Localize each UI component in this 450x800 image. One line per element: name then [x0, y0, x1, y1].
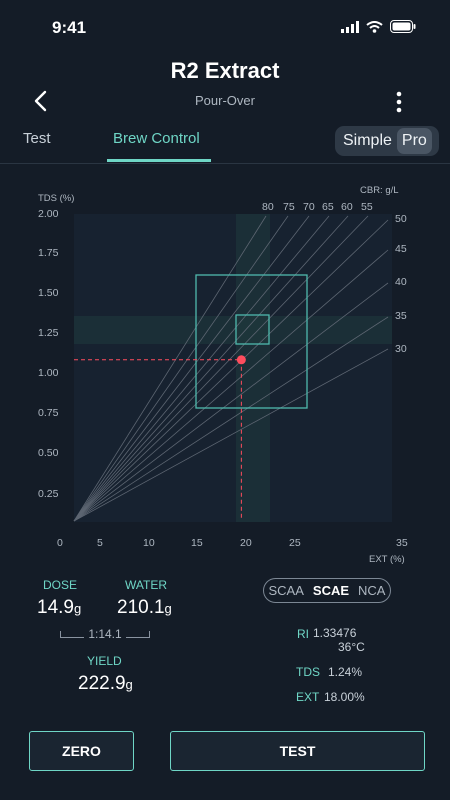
- ext-value: 18.00%: [324, 690, 365, 704]
- back-button[interactable]: [30, 88, 52, 114]
- tds-label: TDS: [296, 665, 320, 679]
- brew-ratio: 1:14.1: [60, 627, 150, 641]
- water-unit: g: [164, 601, 172, 616]
- measurement-point: [236, 355, 246, 365]
- tds-band: [74, 316, 392, 344]
- y-tick-label: 0.50: [38, 447, 59, 459]
- x-tick-label: 15: [191, 537, 203, 549]
- x-tick-label: 35: [396, 537, 408, 549]
- battery-icon: [390, 20, 416, 33]
- dose-label: DOSE: [43, 578, 78, 592]
- brew-control-chart[interactable]: TDS (%) 2.00 1.75 1.50 1.25 1.00 0.75 0.50 0.25 0…: [0, 180, 450, 570]
- cbr-top-label: 55: [361, 201, 373, 213]
- page-title: R2 Extract: [170, 58, 280, 83]
- yield-unit: g: [125, 677, 133, 692]
- mode-option-pro[interactable]: Pro: [396, 128, 432, 154]
- x-tick-label: 0: [57, 537, 63, 549]
- y-tick-label: 1.75: [38, 247, 59, 259]
- active-tab-indicator: [107, 159, 211, 162]
- more-vertical-icon: [396, 91, 402, 113]
- x-tick-label: 5: [97, 537, 103, 549]
- tab-test[interactable]: Test: [23, 130, 51, 147]
- test-button[interactable]: TEST: [170, 731, 425, 771]
- x-tick-label: 25: [289, 537, 301, 549]
- ext-label: EXT: [296, 690, 320, 704]
- x-tick-label: 20: [240, 537, 252, 549]
- tabs-divider: [0, 163, 450, 164]
- cbr-right-label: 50: [395, 213, 407, 225]
- y-tick-label: 2.00: [38, 208, 59, 220]
- cbr-axis-title: CBR: g/L: [360, 185, 399, 196]
- mode-option-simple[interactable]: Simple: [338, 128, 397, 154]
- tds-value: 1.24%: [328, 665, 363, 679]
- zero-button[interactable]: ZERO: [29, 731, 134, 771]
- water-number: 210.1: [117, 597, 165, 618]
- cbr-top-label: 60: [341, 201, 353, 213]
- temperature-value: 36°C: [338, 640, 365, 654]
- standard-scae[interactable]: SCAE: [313, 583, 349, 598]
- ratio-bracket-right: [125, 630, 150, 638]
- signal-icon: [341, 20, 359, 33]
- more-options-button[interactable]: [388, 88, 410, 116]
- y-axis-title: TDS (%): [38, 193, 74, 204]
- status-icons: [341, 20, 416, 33]
- y-tick-label: 0.75: [38, 407, 59, 419]
- ratio-bracket-left: [60, 630, 85, 638]
- yield-label: YIELD: [87, 654, 122, 668]
- ratio-value: 1:14.1: [88, 627, 122, 641]
- mode-toggle[interactable]: Simple Pro: [335, 126, 439, 156]
- dose-unit: g: [73, 601, 82, 616]
- dose-number: 14.9: [37, 597, 74, 618]
- cbr-right-label: 45: [395, 243, 407, 255]
- standard-scaa[interactable]: SCAA: [269, 583, 304, 598]
- cbr-top-label: 65: [322, 201, 334, 213]
- y-tick-label: 1.00: [38, 367, 59, 379]
- cbr-top-label: 80: [262, 201, 274, 213]
- yield-number: 222.9: [78, 673, 126, 694]
- ri-value: 1.33476: [313, 626, 357, 640]
- y-tick-label: 1.25: [38, 327, 59, 339]
- chevron-left-icon: [34, 90, 47, 112]
- water-value: 210.1g: [117, 597, 172, 619]
- status-time: 9:41: [52, 18, 87, 37]
- cbr-top-label: 75: [283, 201, 295, 213]
- page-subtitle: Pour-Over: [195, 93, 255, 108]
- ri-label: RI: [297, 627, 309, 641]
- cbr-right-label: 35: [395, 310, 407, 322]
- x-axis-title: EXT (%): [369, 554, 405, 565]
- cbr-right-label: 30: [395, 343, 407, 355]
- cbr-right-label: 40: [395, 276, 407, 288]
- cbr-top-label: 70: [303, 201, 315, 213]
- y-tick-label: 1.50: [38, 287, 59, 299]
- yield-value: 222.9g: [78, 673, 133, 695]
- water-label: WATER: [125, 578, 167, 592]
- y-tick-label: 0.25: [38, 488, 59, 500]
- standard-selector[interactable]: SCAA SCAE NCA: [263, 578, 391, 603]
- tab-brew-control[interactable]: Brew Control: [113, 130, 200, 147]
- standard-nca[interactable]: NCA: [358, 583, 385, 598]
- dose-value: 14.9g: [37, 597, 81, 619]
- wifi-icon: [366, 20, 383, 33]
- x-tick-label: 10: [143, 537, 155, 549]
